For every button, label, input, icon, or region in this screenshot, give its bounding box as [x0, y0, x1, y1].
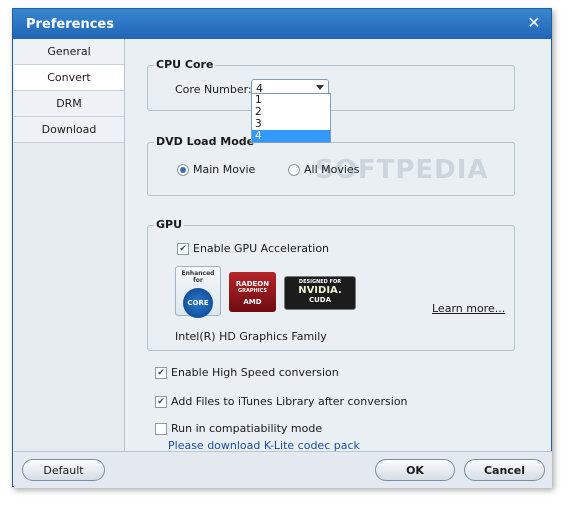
core-option-1[interactable]: 1 — [252, 94, 330, 106]
dvd-load-mode-legend: DVD Load Mode — [154, 135, 257, 148]
close-icon[interactable]: ✕ — [525, 14, 543, 32]
dvd-load-mode-group: DVD Load Mode Main Movie All Movies — [147, 135, 515, 196]
main-movie-label: Main Movie — [193, 163, 256, 176]
nvidia-brand: NVIDIA. — [298, 285, 342, 296]
compat-mode-checkbox[interactable] — [155, 423, 167, 435]
gpu-group: GPU ✔ Enable GPU Acceleration Enhanced f… — [147, 218, 515, 351]
cancel-button[interactable]: Cancel — [464, 459, 545, 481]
ok-button[interactable]: OK — [375, 459, 455, 481]
preferences-window: Preferences ✕ General Convert DRM Downlo… — [12, 8, 552, 488]
core-option-2[interactable]: 2 — [252, 106, 330, 118]
enable-gpu-checkbox[interactable]: ✔ — [177, 243, 189, 255]
gpu-legend: GPU — [154, 218, 185, 231]
convert-panel: SOFTPEDIA CPU Core Core Number: 4 DVD Lo… — [125, 39, 551, 452]
itunes-checkbox[interactable]: ✔ — [155, 396, 167, 408]
sidebar-item-convert[interactable]: Convert — [14, 65, 124, 91]
amd-radeon-logo: RADEON GRAPHICS AMD — [229, 272, 276, 312]
all-movies-label: All Movies — [304, 163, 360, 176]
main-movie-radio[interactable] — [177, 164, 189, 176]
chevron-down-icon — [316, 85, 324, 90]
learn-more-link[interactable]: Learn more... — [432, 302, 505, 315]
sidebar-item-drm[interactable]: DRM — [14, 91, 124, 117]
intel-logo-top: Enhanced for — [181, 270, 215, 284]
amd-brand: RADEON — [235, 280, 270, 288]
core-option-3[interactable]: 3 — [252, 118, 330, 130]
nvidia-sub: CUDA — [308, 296, 332, 304]
high-speed-label: Enable High Speed conversion — [171, 366, 339, 379]
default-button[interactable]: Default — [22, 459, 105, 481]
intel-logo: Enhanced for CORE — [175, 266, 221, 318]
cpu-core-legend: CPU Core — [154, 58, 216, 71]
high-speed-checkbox[interactable]: ✔ — [155, 367, 167, 379]
core-option-4[interactable]: 4 — [252, 130, 330, 142]
nvidia-cuda-logo: DESIGNED FOR NVIDIA. CUDA — [284, 276, 356, 310]
sidebar-item-general[interactable]: General — [14, 39, 124, 65]
cpu-core-group: CPU Core Core Number: 4 — [147, 58, 515, 111]
amd-sub: GRAPHICS — [238, 288, 267, 294]
graphics-family-label: Intel(R) HD Graphics Family — [175, 330, 327, 343]
all-movies-radio[interactable] — [288, 164, 300, 176]
sidebar: General Convert DRM Download — [14, 39, 125, 451]
sidebar-item-download[interactable]: Download — [14, 117, 124, 143]
amd-tag: AMD — [243, 298, 262, 306]
window-title: Preferences — [26, 17, 114, 32]
enable-gpu-label: Enable GPU Acceleration — [193, 242, 330, 255]
compat-mode-label: Run in compatiability mode — [171, 422, 323, 435]
core-number-dropdown: 1 2 3 4 — [251, 93, 331, 143]
itunes-label: Add Files to iTunes Library after conver… — [171, 395, 408, 408]
core-number-label: Core Number: — [175, 83, 252, 96]
title-bar: Preferences ✕ — [13, 9, 551, 39]
intel-core-badge: CORE — [183, 288, 213, 318]
